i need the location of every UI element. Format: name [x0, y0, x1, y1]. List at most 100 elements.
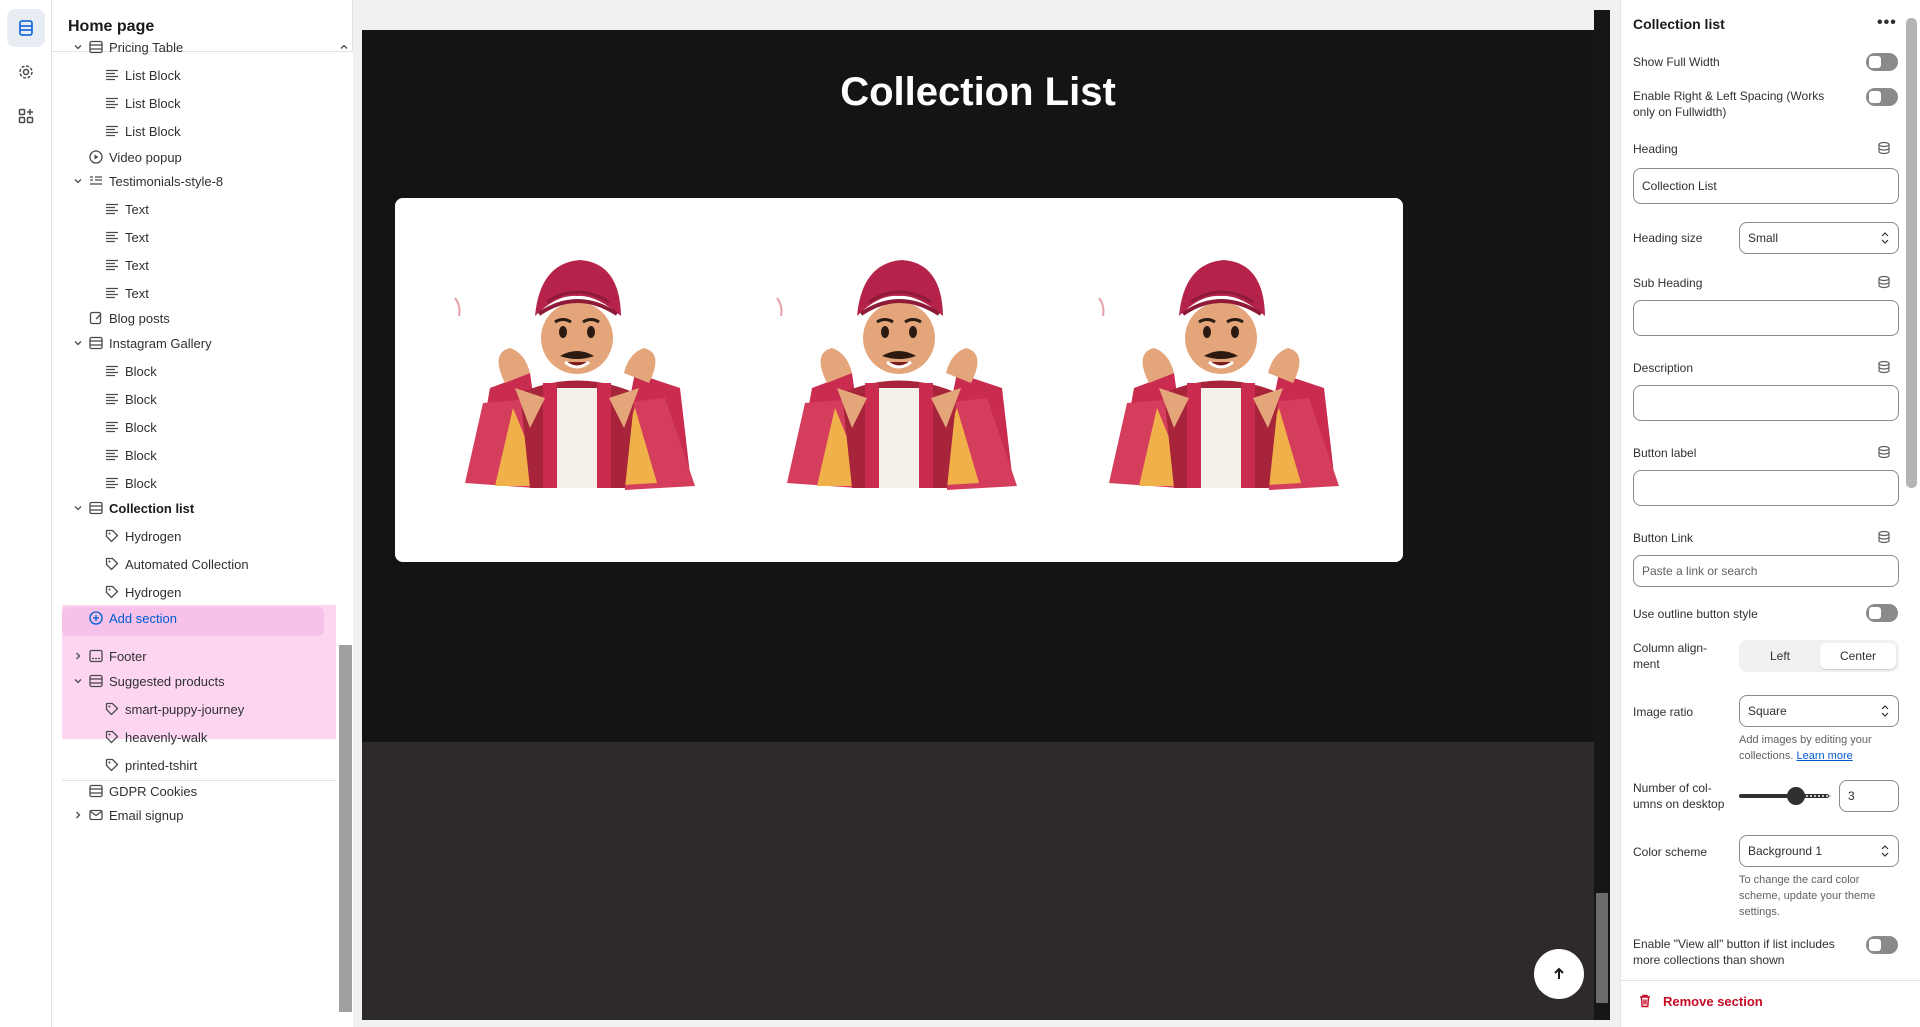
sidebar-item-label: Text	[125, 257, 149, 273]
sections-nav-button[interactable]	[7, 9, 45, 47]
sidebar-scrollbar-thumb[interactable]	[339, 645, 352, 1012]
outline-button-toggle[interactable]	[1866, 604, 1898, 622]
chevron-down-icon[interactable]	[72, 502, 84, 514]
scroll-to-top-button[interactable]	[1534, 949, 1584, 999]
blog-icon	[88, 310, 104, 326]
dynamic-source-icon[interactable]	[1877, 141, 1891, 155]
sidebar-item-label: Block	[125, 475, 157, 491]
sidebar-item-label: List Block	[125, 95, 181, 111]
chevron-down-icon[interactable]	[72, 41, 84, 53]
heading-input[interactable]: Collection List	[1633, 168, 1899, 204]
text-block-icon	[104, 201, 120, 217]
sidebar-item-label: Collection list	[109, 500, 195, 516]
enable-spacing-toggle[interactable]	[1866, 88, 1898, 106]
image-help-text: Add images by editing your collections. …	[1739, 732, 1899, 764]
show-full-width-toggle[interactable]	[1866, 53, 1898, 71]
sidebar-item-label: Instagram Gallery	[109, 335, 212, 351]
sub-heading-label: Sub Heading	[1633, 276, 1703, 290]
column-alignment-segmented: Left Center	[1739, 640, 1899, 672]
text-block-icon	[104, 391, 120, 407]
dynamic-source-icon[interactable]	[1877, 275, 1891, 289]
sidebar-item-label: Video popup	[109, 149, 182, 165]
collection-card[interactable]	[1039, 198, 1403, 562]
footer-icon	[88, 648, 104, 664]
sidebar-item-label: Add section	[109, 610, 177, 626]
tag-icon	[104, 701, 120, 717]
learn-more-link[interactable]: Learn more	[1796, 750, 1852, 762]
sidebar-item-label: Text	[125, 201, 149, 217]
section-icon	[88, 673, 104, 689]
chevron-right-icon[interactable]	[72, 650, 84, 662]
text-block-icon	[104, 447, 120, 463]
heading-label: Heading	[1633, 142, 1678, 156]
image-ratio-label: Image ratio	[1633, 705, 1694, 719]
more-actions-button[interactable]: •••	[1877, 14, 1897, 32]
testimonial-icon	[88, 173, 104, 189]
enable-spacing-label: Enable Right & Left Spacing (Works only …	[1633, 89, 1825, 119]
sidebar-item-label: Email signup	[109, 807, 184, 823]
collection-card[interactable]	[395, 198, 759, 562]
image-ratio-select[interactable]: Square	[1739, 695, 1899, 727]
heading-size-select[interactable]: Small	[1739, 222, 1899, 254]
section-icon	[88, 500, 104, 516]
collection-card[interactable]	[717, 198, 1081, 562]
sidebar-item-label: List Block	[125, 123, 181, 139]
text-block-icon	[104, 229, 120, 245]
text-block-icon	[104, 95, 120, 111]
sidebar-item-label: Text	[125, 229, 149, 245]
heading-size-label: Heading size	[1633, 231, 1703, 245]
sidebar-item-label: Suggested products	[109, 673, 225, 689]
dynamic-source-icon[interactable]	[1877, 360, 1891, 374]
columns-number-input[interactable]: 3	[1839, 780, 1899, 812]
column-alignment-label: Column align- ment	[1633, 641, 1708, 671]
sidebar-item-label: GDPR Cookies	[109, 783, 198, 799]
chevron-down-icon[interactable]	[72, 175, 84, 187]
view-all-toggle[interactable]	[1866, 936, 1898, 954]
chevron-down-icon[interactable]	[72, 675, 84, 687]
align-left-button[interactable]: Left	[1742, 643, 1818, 669]
sidebar-item-label: Hydrogen	[125, 584, 182, 600]
dynamic-source-icon[interactable]	[1877, 445, 1891, 459]
settings-scrollbar-thumb[interactable]	[1906, 18, 1917, 488]
apps-nav-button[interactable]	[7, 97, 45, 135]
button-label-input[interactable]	[1633, 470, 1899, 506]
image-ratio-value: Square	[1748, 704, 1787, 718]
button-link-label: Button Link	[1633, 531, 1694, 545]
collection-image	[395, 198, 759, 562]
color-scheme-value: Background 1	[1748, 844, 1823, 858]
color-scheme-select[interactable]: Background 1	[1739, 835, 1899, 867]
sub-heading-input[interactable]	[1633, 300, 1899, 336]
sidebar-item-label: Text	[125, 285, 149, 301]
remove-section-button[interactable]: Remove section	[1637, 993, 1763, 1009]
sidebar-item-label: Testimonials-style-8	[109, 173, 224, 189]
sidebar-item-label: printed-tshirt	[125, 757, 198, 773]
left-rail	[0, 0, 52, 1027]
columns-slider-thumb[interactable]	[1787, 787, 1805, 805]
settings-nav-button[interactable]	[7, 53, 45, 91]
align-center-button[interactable]: Center	[1820, 643, 1896, 669]
dynamic-source-icon[interactable]	[1877, 530, 1891, 544]
description-input[interactable]	[1633, 385, 1899, 421]
select-arrows-icon	[1881, 705, 1889, 717]
sidebar-item-email-signup[interactable]: Email signup	[62, 799, 332, 831]
store-preview: Collection List	[362, 30, 1594, 1020]
chevron-down-icon[interactable]	[72, 337, 84, 349]
section-icon	[88, 783, 104, 799]
view-all-label: Enable "View all" button if list include…	[1633, 937, 1835, 967]
sidebar-item-label: Block	[125, 419, 157, 435]
sidebar-item-label: Block	[125, 447, 157, 463]
text-block-icon	[104, 419, 120, 435]
sidebar-item-add-section[interactable]: Add section	[62, 602, 332, 634]
chevron-right-icon[interactable]	[72, 809, 84, 821]
button-link-input[interactable]: Paste a link or search	[1633, 555, 1899, 587]
preview-scrollbar-thumb[interactable]	[1596, 893, 1608, 1003]
preview-scrollbar[interactable]	[1594, 10, 1610, 1020]
text-block-icon	[104, 475, 120, 491]
section-icon	[88, 335, 104, 351]
trash-icon	[1640, 994, 1650, 1008]
apps-icon	[18, 108, 34, 124]
tag-icon	[104, 528, 120, 544]
settings-title: Collection list	[1633, 16, 1725, 32]
text-block-icon	[104, 285, 120, 301]
sidebar-item-label: List Block	[125, 67, 181, 83]
